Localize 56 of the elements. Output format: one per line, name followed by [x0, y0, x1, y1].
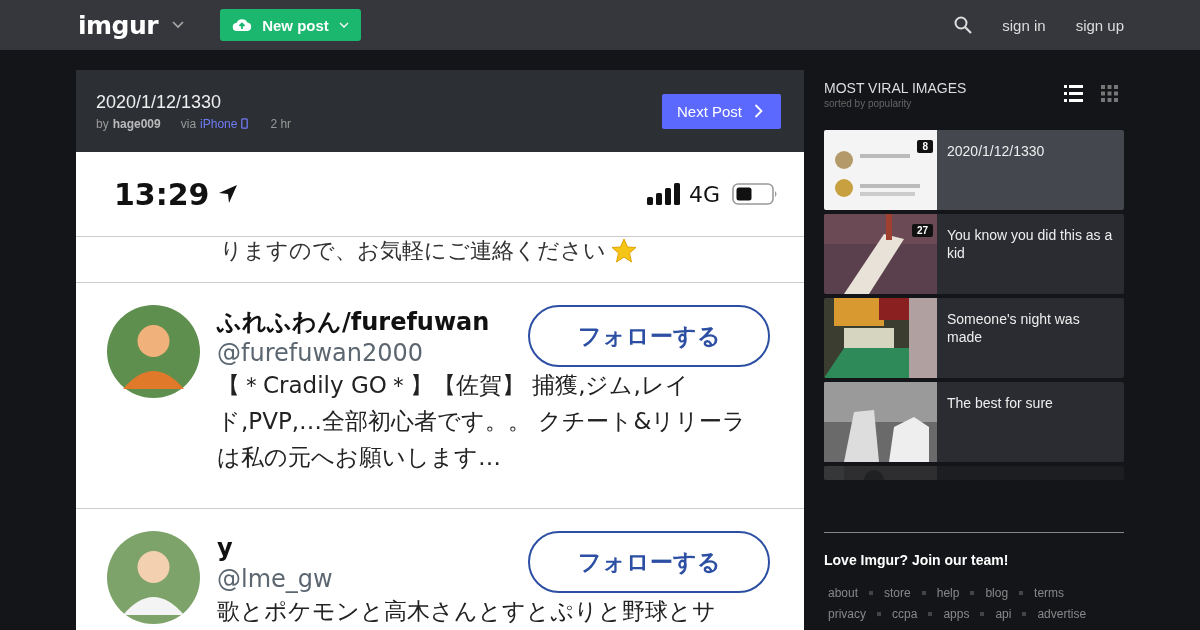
- phone-icon: [241, 118, 249, 129]
- meta-label: via: [180, 116, 197, 131]
- footer-link[interactable]: blog: [985, 585, 1009, 600]
- account-name: ふれふわん/furefuwan: [217, 307, 490, 337]
- battery-icon: [732, 183, 778, 205]
- footer-link[interactable]: about: [828, 585, 859, 600]
- account-handle: @furefuwan2000: [217, 338, 425, 369]
- join-team-link[interactable]: Love Imgur? Join our team!: [824, 552, 1124, 568]
- footer-link[interactable]: terms: [1034, 585, 1065, 600]
- location-arrow-icon: [217, 184, 238, 204]
- logo[interactable]: imgur: [78, 10, 159, 40]
- footer-link[interactable]: privacy: [828, 606, 866, 621]
- upload-cloud-icon: [232, 18, 253, 32]
- image-count-badge: 27: [911, 224, 933, 237]
- item-title: Someone's night was made: [946, 310, 1081, 347]
- bio-text: 【＊Cradily GO＊】【佐賀】 捕獲,ジム,レイド,PVP,…全部初心者です。。 クチート&リリーラは私の元へお願いします…: [217, 371, 748, 472]
- author-link[interactable]: hage009: [112, 116, 161, 131]
- bio-text: 歌とポケモンと高木さんとすとぷりと野球とサ: [217, 597, 717, 626]
- image-count-badge: 8: [917, 140, 933, 153]
- grid-view-icon[interactable]: [1101, 85, 1118, 102]
- header-link[interactable]: sign up: [1075, 16, 1124, 34]
- chevron-right-icon: [754, 104, 763, 118]
- next-post-button[interactable]: Next Post: [661, 93, 781, 129]
- footer-link[interactable]: api: [995, 606, 1012, 621]
- star-icon: [610, 237, 638, 265]
- footer-link[interactable]: help: [936, 585, 960, 600]
- item-title: 2020/1/12/1330: [946, 142, 1046, 161]
- phone-time: 13:29: [114, 176, 210, 212]
- follow-button[interactable]: フォローする: [528, 531, 770, 593]
- post-title: 2020/1/12/1330: [96, 91, 223, 113]
- meta-label: by: [96, 116, 109, 131]
- footer-link[interactable]: store: [884, 585, 911, 600]
- source-link[interactable]: iPhone: [200, 116, 238, 131]
- footer-link[interactable]: apps: [943, 606, 970, 621]
- viral-item[interactable]: The best for sure: [824, 382, 1124, 462]
- account-name: y: [217, 533, 234, 563]
- viral-item[interactable]: Someone's night was made: [824, 298, 1124, 378]
- account-handle: @lme_gw: [217, 564, 333, 595]
- footer-link[interactable]: ccpa: [892, 606, 918, 621]
- signal-icon: [646, 183, 681, 205]
- footer-link[interactable]: advertise: [1037, 606, 1087, 621]
- list-view-icon[interactable]: [1064, 85, 1083, 102]
- caret-icon: [338, 21, 349, 29]
- network-label: 4G: [688, 181, 720, 207]
- bio-text: りますので、お気軽にご連絡ください: [220, 239, 606, 263]
- sidebar-title: MOST VIRAL IMAGES: [824, 80, 967, 96]
- sidebar-subtitle: sorted by popularity: [824, 98, 913, 109]
- viral-item[interactable]: 27 You know you did this as a kid: [824, 214, 1124, 294]
- post-age: 2 hr: [270, 116, 292, 131]
- item-title: You know you did this as a kid: [946, 226, 1114, 263]
- item-title: The best for sure: [946, 394, 1054, 413]
- search-icon[interactable]: [954, 16, 973, 34]
- follow-button[interactable]: フォローする: [528, 305, 770, 367]
- viral-item[interactable]: 8 2020/1/12/1330: [824, 130, 1124, 210]
- chevron-icon[interactable]: [172, 21, 185, 29]
- header-link[interactable]: sign in: [1002, 16, 1046, 34]
